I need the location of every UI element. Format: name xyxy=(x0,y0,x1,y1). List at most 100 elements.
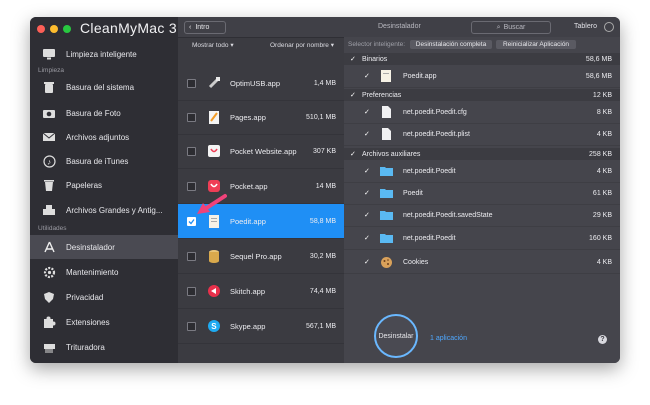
checkmark-icon[interactable]: ✓ xyxy=(364,130,371,138)
sidebar-item-large-files[interactable]: Archivos Grandes y Antig... xyxy=(30,198,178,222)
sidebar-item-trash-bins[interactable]: Papeleras xyxy=(30,173,178,197)
sidebar-item-maintenance[interactable]: Mantenimiento xyxy=(30,260,178,284)
search-placeholder: Buscar xyxy=(503,24,526,31)
poedit-icon xyxy=(379,69,393,83)
document-icon xyxy=(379,127,393,141)
group-size: 258 KB xyxy=(589,150,612,158)
app-row-pages[interactable]: Pages.app 510,1 MB xyxy=(178,100,344,135)
sidebar: CleanMyMac 3 Limpieza inteligente Limpie… xyxy=(30,17,178,363)
sidebar-item-privacy[interactable]: Privacidad xyxy=(30,285,178,309)
file-row[interactable]: ✓ net.poedit.Poedit 4 KB xyxy=(344,160,620,183)
file-name: net.poedit.Poedit xyxy=(403,167,456,175)
app-checkbox[interactable] xyxy=(187,251,196,261)
sidebar-item-label: Trituradora xyxy=(66,342,105,352)
file-size: 4 KB xyxy=(596,258,612,266)
sidebar-item-label: Basura de Foto xyxy=(66,108,121,118)
minimize-window-button[interactable] xyxy=(50,25,58,33)
checkmark-icon[interactable]: ✓ xyxy=(364,234,371,242)
app-checkbox-checked[interactable] xyxy=(187,216,196,226)
svg-text:♪: ♪ xyxy=(47,157,51,166)
dashboard-button[interactable]: Tablero xyxy=(574,23,597,30)
zoom-window-button[interactable] xyxy=(63,25,71,33)
trash-icon xyxy=(42,80,56,94)
help-icon[interactable]: ? xyxy=(598,335,607,344)
file-row[interactable]: ✓ net.poedit.Poedit.cfg 8 KB xyxy=(344,101,620,124)
sidebar-item-mail-attachments[interactable]: Archivos adjuntos xyxy=(30,125,178,149)
sidebar-item-label: Desinstalador xyxy=(66,242,115,252)
sidebar-item-label: Archivos Grandes y Antig... xyxy=(66,205,163,215)
camera-icon xyxy=(42,106,56,120)
sidebar-item-extensions[interactable]: Extensiones xyxy=(30,310,178,334)
app-row-skype[interactable]: S Skype.app 567,1 MB xyxy=(178,309,344,344)
group-binaries[interactable]: ✓ Binarios 58,6 MB xyxy=(344,53,620,65)
file-row[interactable]: ✓ net.poedit.Poedit 160 KB xyxy=(344,227,620,250)
selected-count-link[interactable]: 1 aplicación xyxy=(430,335,467,342)
checkmark-icon[interactable]: ✓ xyxy=(364,189,371,197)
sidebar-item-system-junk[interactable]: Basura del sistema xyxy=(30,75,178,99)
file-row[interactable]: ✓ Cookies 4 KB xyxy=(344,251,620,274)
file-size: 29 KB xyxy=(592,211,612,219)
back-button[interactable]: ‹ Intro xyxy=(184,21,226,34)
smart-selector-bar: Selector inteligente: Desinstalación com… xyxy=(344,37,620,51)
app-checkbox[interactable] xyxy=(187,181,196,191)
cookie-icon xyxy=(379,255,393,269)
app-size: 1,4 MB xyxy=(313,79,336,87)
pages-icon xyxy=(206,109,222,125)
sidebar-item-photo-junk[interactable]: Basura de Foto xyxy=(30,101,178,125)
sort-label: Ordenar por nombre xyxy=(270,42,329,49)
app-row-optimusb[interactable]: OptimUSB.app 1,4 MB xyxy=(178,66,344,101)
file-row[interactable]: ✓ Poedit 61 KB xyxy=(344,182,620,205)
complete-uninstall-button[interactable]: Desinstalación completa xyxy=(410,40,492,49)
checkmark-icon[interactable]: ✓ xyxy=(364,211,371,219)
sort-dropdown[interactable]: Ordenar por nombre ▾ xyxy=(270,41,334,49)
sidebar-item-smart-cleanup[interactable]: Limpieza inteligente xyxy=(30,42,178,66)
file-name: Cookies xyxy=(403,258,429,266)
sidebar-section-utilities: Utilidades xyxy=(38,225,67,232)
app-row-skitch[interactable]: Skitch.app 74,4 MB xyxy=(178,274,344,309)
checkmark-icon[interactable]: ✓ xyxy=(350,150,357,158)
sidebar-item-itunes-junk[interactable]: ♪ Basura de iTunes xyxy=(30,149,178,173)
file-row[interactable]: ✓ Poedit.app 58,6 MB xyxy=(344,65,620,88)
uninstall-button[interactable]: Desinstalar xyxy=(374,314,418,358)
close-window-button[interactable] xyxy=(37,25,45,33)
group-support-files[interactable]: ✓ Archivos auxiliares 258 KB xyxy=(344,148,620,160)
file-row[interactable]: ✓ net.poedit.Poedit.plist 4 KB xyxy=(344,123,620,146)
checkmark-icon[interactable]: ✓ xyxy=(364,72,371,80)
search-field[interactable]: ⌕ Buscar xyxy=(471,21,551,34)
group-preferences[interactable]: ✓ Preferencias 12 KB xyxy=(344,89,620,101)
app-checkbox[interactable] xyxy=(187,112,196,122)
checkmark-icon[interactable]: ✓ xyxy=(364,108,371,116)
app-checkbox[interactable] xyxy=(187,78,196,88)
checkmark-icon[interactable]: ✓ xyxy=(350,91,357,99)
checkmark-icon[interactable]: ✓ xyxy=(364,258,371,266)
app-row-pocket-website[interactable]: Pocket Website.app 307 KB xyxy=(178,134,344,169)
app-checkbox[interactable] xyxy=(187,146,196,156)
checkmark-icon[interactable]: ✓ xyxy=(350,55,357,63)
folder-icon xyxy=(379,208,393,222)
file-row[interactable]: ✓ net.poedit.Poedit.savedState 29 KB xyxy=(344,204,620,227)
folder-icon xyxy=(379,164,393,178)
reset-application-button[interactable]: Reinicializar Aplicación xyxy=(496,40,576,49)
file-size: 58,6 MB xyxy=(585,72,612,80)
app-name: Skype.app xyxy=(230,321,266,331)
file-size: 61 KB xyxy=(592,189,612,197)
dashboard-gauge-icon[interactable] xyxy=(604,22,614,32)
usb-icon xyxy=(206,75,222,91)
filter-dropdown[interactable]: Mostrar todo ▾ xyxy=(192,41,234,49)
app-name: OptimUSB.app xyxy=(230,78,281,88)
file-name: Poedit xyxy=(403,189,423,197)
filter-label: Mostrar todo xyxy=(192,42,229,49)
checkmark-icon[interactable]: ✓ xyxy=(364,167,371,175)
sidebar-item-label: Papeleras xyxy=(66,180,103,190)
sidebar-item-uninstaller[interactable]: Desinstalador xyxy=(30,235,178,259)
group-size: 12 KB xyxy=(592,91,612,99)
sidebar-item-shredder[interactable]: Trituradora xyxy=(30,335,178,359)
puzzle-icon xyxy=(42,315,56,329)
search-icon: ⌕ xyxy=(496,23,501,31)
folder-icon xyxy=(379,186,393,200)
app-row-sequel-pro[interactable]: Sequel Pro.app 30,2 MB xyxy=(178,239,344,274)
app-checkbox[interactable] xyxy=(187,321,196,331)
app-checkbox[interactable] xyxy=(187,286,196,296)
app-name: Sequel Pro.app xyxy=(230,251,282,261)
group-label: Binarios xyxy=(362,55,388,63)
